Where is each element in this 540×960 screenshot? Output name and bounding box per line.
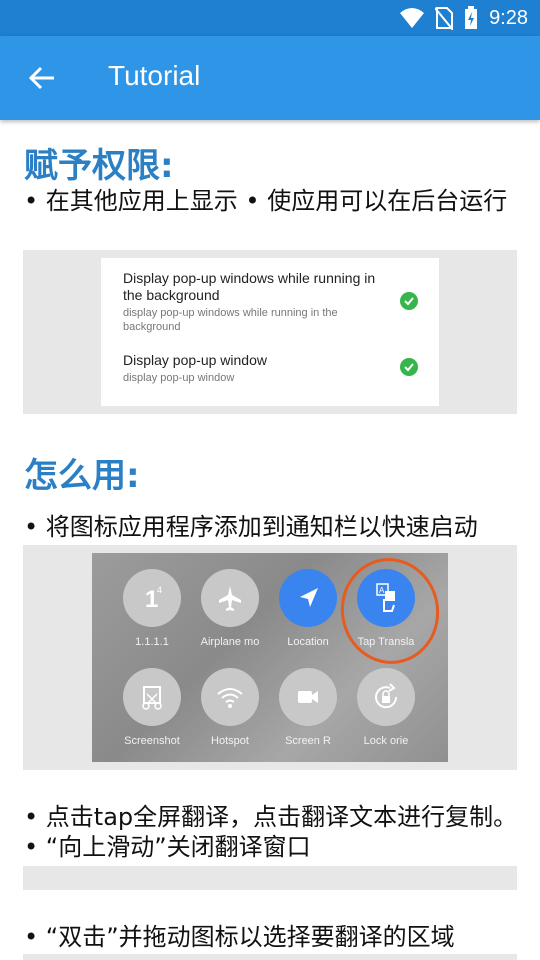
- quick-settings-panel: 14 1.1.1.1 Airplane mo Location A Tap Tr…: [92, 553, 448, 762]
- step-3-image-placeholder: [23, 954, 517, 960]
- tile-location: [279, 569, 337, 627]
- permissions-screenshot: Display pop-up windows while running in …: [23, 250, 517, 414]
- tile-label: Screen R: [285, 735, 331, 747]
- tile-label: 1.1.1.1: [135, 636, 169, 648]
- step-1-text: • 将图标应用程序添加到通知栏以快速启动: [24, 513, 478, 541]
- status-bar: 9:28: [0, 0, 540, 36]
- how-to-heading: 怎么用:: [24, 456, 140, 496]
- svg-text:4: 4: [157, 585, 162, 595]
- permissions-heading: 赋予权限:: [24, 146, 174, 186]
- screenshot-icon: [142, 686, 162, 710]
- tile-label: Lock orie: [363, 735, 409, 747]
- check-icon: [400, 358, 418, 376]
- check-icon: [400, 292, 418, 310]
- tile-hotspot: [201, 668, 259, 726]
- tutorial-content[interactable]: 赋予权限: • 在其他应用上显示 • 使应用可以在后台运行 Display po…: [0, 120, 540, 960]
- permissions-card: Display pop-up windows while running in …: [101, 258, 439, 406]
- one-one-icon: 14: [145, 585, 162, 613]
- app-bar: Tutorial: [0, 36, 540, 120]
- lock-rotation-icon: [375, 683, 398, 709]
- tile-1111: 14: [123, 569, 181, 627]
- tile-label: Location: [287, 636, 329, 648]
- airplane-icon: [219, 586, 241, 611]
- wifi-icon: [400, 8, 425, 28]
- permissions-text: • 在其他应用上显示 • 使应用可以在后台运行: [24, 187, 508, 215]
- step-2-text: • 点击tap全屏翻译，点击翻译文本进行复制。 • “向上滑动”关闭翻译窗口: [24, 803, 518, 861]
- permission-title: Display pop-up windows while running in …: [123, 270, 376, 303]
- battery-charging-icon: [465, 6, 478, 29]
- no-sim-icon: [435, 7, 454, 30]
- tile-screen-record: [279, 668, 337, 726]
- clock: 9:28: [489, 6, 528, 29]
- back-arrow-icon[interactable]: [26, 62, 58, 94]
- tile-screenshot: [123, 668, 181, 726]
- step-3-text: • “双击”并拖动图标以选择要翻译的区域: [24, 923, 455, 951]
- tile-label: Airplane mo: [200, 636, 260, 648]
- permission-title: Display pop-up window: [123, 352, 267, 368]
- tile-label: Hotspot: [211, 735, 249, 747]
- permission-subtitle: display pop-up windows while running in …: [123, 307, 338, 333]
- highlight-circle: [332, 553, 448, 672]
- page-title: Tutorial: [108, 60, 201, 91]
- step-2-image-placeholder: [23, 866, 517, 890]
- tile-lock-orientation: [357, 668, 415, 726]
- tile-airplane: [201, 569, 259, 627]
- screen-record-icon: [298, 691, 318, 703]
- permission-subtitle: display pop-up window: [123, 372, 235, 384]
- tile-label: Screenshot: [124, 735, 180, 747]
- location-icon: [300, 588, 318, 607]
- hotspot-icon: [217, 688, 243, 708]
